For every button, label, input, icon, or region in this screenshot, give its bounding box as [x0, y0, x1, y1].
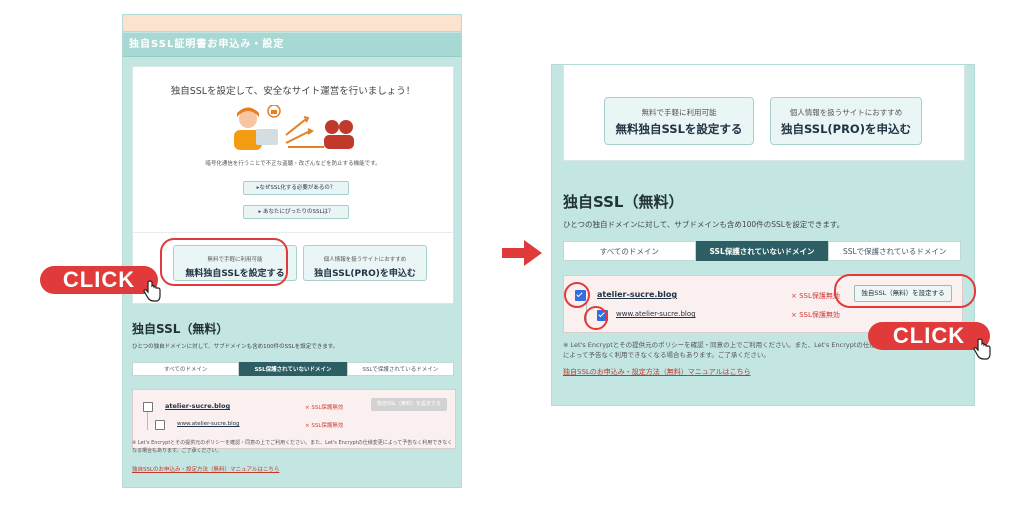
pro-ssl-button[interactable]: 個人情報を扱うサイトにおすすめ 独自SSL(PRO)を申込む [770, 97, 922, 145]
hand-cursor-icon [143, 280, 161, 302]
pro-ssl-button-caption: 個人情報を扱うサイトにおすすめ [789, 108, 903, 117]
free-ssl-button-label: 無料独自SSLを設定する [615, 122, 743, 136]
ssl-illustration-icon [234, 105, 354, 150]
tree-line [147, 412, 148, 430]
section-subtitle: ひとつの独自ドメインに対して、サブドメインも含め100件のSSLを設定できます。 [563, 220, 845, 229]
which-ssl-button[interactable]: ▸ あなたにぴったりのSSLは？ [243, 205, 349, 219]
section-title: 独自SSL（無料） [132, 322, 229, 336]
section-title: 独自SSL（無料） [563, 193, 684, 211]
domain-checkbox[interactable] [143, 402, 153, 412]
pro-ssl-button-label: 独自SSL(PRO)を申込む [314, 269, 416, 279]
domain-status: × SSL保護無効 [305, 405, 344, 411]
domain-filter-tabs: すべてのドメイン SSL保護されていないドメイン SSLで保護されているドメイン [132, 362, 454, 376]
subdomain-status: × SSL保護無効 [791, 311, 840, 319]
manual-link[interactable]: 独自SSLのお申込み・設定方法（無料）マニュアルはこちら [563, 367, 751, 377]
manual-link[interactable]: 独自SSLのお申込み・設定方法（無料）マニュアルはこちら [132, 465, 279, 473]
intro-card: 独自SSLを設定して、安全なサイト運営を行いましょう！ 暗号化通信を行うことで不… [132, 66, 454, 234]
letsencrypt-note: ※ Let's Encryptとその提供元のポリシーを確認・同意の上でご利用くだ… [563, 341, 889, 359]
letsencrypt-note: ※ Let's Encryptとその提供元のポリシーを確認・同意の上でご利用くだ… [132, 440, 453, 454]
subdomain-checkbox[interactable] [155, 420, 165, 430]
pro-ssl-button-label: 独自SSL(PRO)を申込む [781, 122, 911, 136]
panel-header: 独自SSL証明書お申込み・設定 [123, 33, 461, 57]
tab-all-domains[interactable]: すべてのドメイン [132, 362, 240, 376]
section-subtitle: ひとつの独自ドメインに対して、サブドメインも含め100件のSSLを設定できます。 [132, 344, 339, 350]
highlight-free-ssl-ring [160, 238, 288, 286]
tab-protected-domains[interactable]: SSLで保護されているドメイン [346, 362, 454, 376]
click-badge-left: CLICK [40, 266, 158, 294]
why-ssl-button[interactable]: ▸なぜSSL化する必要があるの？ [243, 181, 349, 195]
highlight-domain-checkbox-circle [564, 282, 590, 308]
right-screenshot-panel: 無料で手軽に利用可能 無料独自SSLを設定する 個人情報を扱うサイトにおすすめ … [551, 64, 975, 406]
hand-cursor-icon [973, 338, 991, 360]
set-free-ssl-button-disabled[interactable]: 独自SSL（無料）を設定する [371, 398, 447, 411]
plan-button-area: 無料で手軽に利用可能 無料独自SSLを設定する 個人情報を扱うサイトにおすすめ … [563, 65, 965, 161]
pro-ssl-button-caption: 個人情報を扱うサイトにおすすめ [323, 257, 407, 263]
highlight-subdomain-checkbox-circle [584, 306, 608, 330]
tab-protected-domains[interactable]: SSLで保護されているドメイン [828, 241, 962, 261]
free-ssl-button-caption: 無料で手軽に利用可能 [641, 108, 717, 117]
next-step-arrow-icon [502, 240, 542, 266]
tab-unprotected-domains[interactable]: SSL保護されていないドメイン [239, 362, 347, 376]
intro-description: 暗号化通信を行うことで不正な盗聴・改ざんなどを防止する機能です。 [205, 161, 381, 167]
domain-name: atelier-sucre.blog [165, 402, 231, 410]
domain-name: atelier-sucre.blog [597, 290, 678, 299]
top-strip [123, 15, 461, 32]
domain-status: × SSL保護無効 [791, 292, 840, 300]
intro-title: 独自SSLを設定して、安全なサイト運営を行いましょう！ [170, 86, 416, 97]
highlight-set-button-ring [834, 274, 976, 308]
subdomain-name: www.atelier-sucre.blog [616, 310, 696, 318]
subdomain-status: × SSL保護無効 [305, 423, 344, 429]
subdomain-name: www.atelier-sucre.blog [177, 421, 240, 427]
tab-unprotected-domains[interactable]: SSL保護されていないドメイン [695, 241, 829, 261]
domain-filter-tabs: すべてのドメイン SSL保護されていないドメイン SSLで保護されているドメイン [563, 241, 962, 261]
tab-all-domains[interactable]: すべてのドメイン [563, 241, 696, 261]
pro-ssl-button[interactable]: 個人情報を扱うサイトにおすすめ 独自SSL(PRO)を申込む [303, 245, 427, 281]
free-ssl-button[interactable]: 無料で手軽に利用可能 無料独自SSLを設定する [604, 97, 754, 145]
